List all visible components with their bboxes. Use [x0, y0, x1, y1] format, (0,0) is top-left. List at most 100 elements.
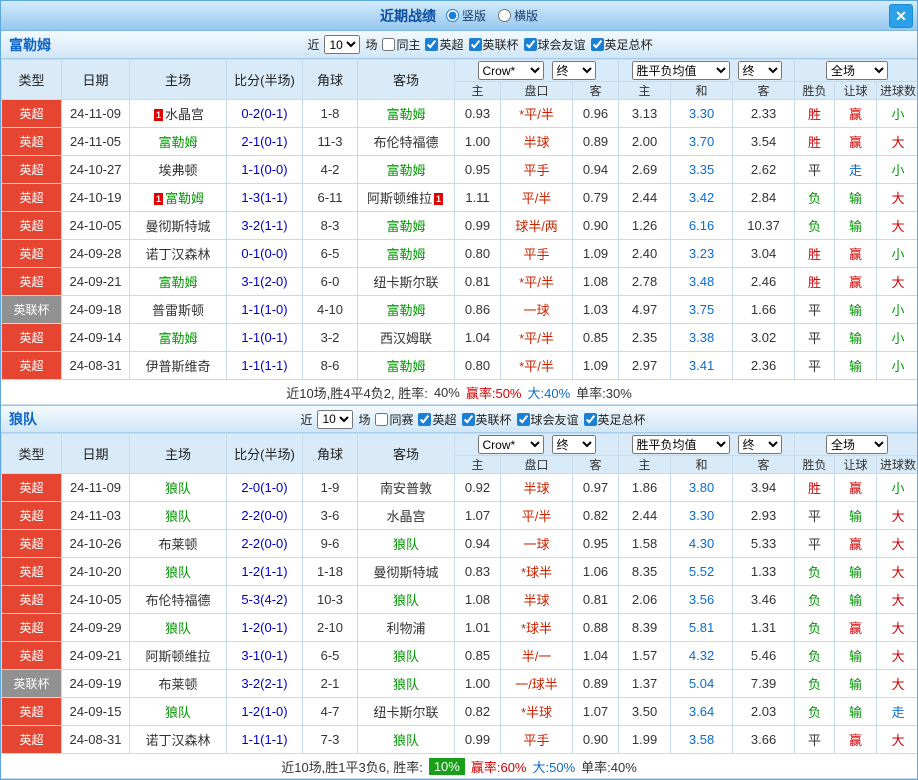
avg-home: 1.57	[618, 641, 672, 670]
avg-select[interactable]: 胜平负均值	[631, 435, 730, 454]
same-filter-checkbox[interactable]: 同赛	[375, 411, 413, 428]
close-button[interactable]: ✕	[889, 4, 913, 28]
league-checkbox-input[interactable]	[523, 38, 537, 51]
view-mode-radio[interactable]	[445, 9, 459, 22]
league-checkbox-input[interactable]	[425, 38, 439, 51]
odds-away: 0.89	[571, 669, 620, 698]
handicap-result-cell: 输	[834, 641, 878, 670]
handicap-result-cell: 赢	[834, 99, 878, 128]
match-count-select[interactable]: 10	[317, 409, 354, 429]
match-score: 2-0(1-0)	[226, 473, 303, 502]
scope-select[interactable]: 全场	[826, 61, 889, 80]
league-type-badge: 英超	[1, 725, 62, 754]
handicap-result-cell: 输	[834, 295, 878, 324]
league-filter-checkbox[interactable]: 英足总杯	[590, 36, 653, 53]
match-row: 英超 24-11-09 狼队 2-0(1-0) 1-9 南安普敦 0.92 半球 0.97 1.8…	[1, 473, 917, 502]
avg-away: 3.02	[732, 323, 796, 352]
same-checkbox-input[interactable]	[375, 412, 389, 426]
league-filter-checkbox[interactable]: 球会友谊	[523, 36, 586, 53]
corner-count: 1-8	[302, 99, 358, 128]
home-team: 布伦特福德	[129, 585, 227, 614]
odds-away: 0.90	[571, 211, 620, 240]
result-cell: 平	[794, 155, 836, 184]
match-count-select[interactable]: 10	[324, 35, 361, 54]
odds-provider-select[interactable]: Crow*	[477, 61, 544, 80]
league-checkbox-input[interactable]	[516, 412, 530, 426]
same-filter-checkbox[interactable]: 同主	[382, 36, 420, 53]
handicap-line: *半球	[500, 697, 573, 726]
match-row: 英超 24-10-27 埃弗顿 1-1(0-0) 4-2 富勒姆 0.95 平手 0.94 2.6…	[1, 155, 917, 184]
odds-final-select[interactable]: 终	[551, 435, 596, 454]
games-label: 场	[358, 412, 371, 427]
view-mode-option[interactable]: 竖版	[445, 7, 486, 24]
match-score: 2-2(0-0)	[226, 501, 303, 530]
home-team: 埃弗顿	[129, 155, 227, 184]
column-header: 主场	[129, 433, 227, 474]
league-checkbox-input[interactable]	[461, 412, 475, 426]
avg-final-select[interactable]: 终	[737, 435, 782, 454]
league-type-badge: 英超	[1, 613, 62, 642]
odds-home: 0.81	[454, 267, 501, 296]
handicap-line: 半/一	[500, 641, 573, 670]
league-filter-checkbox[interactable]: 英超	[425, 36, 464, 53]
odds-final-select[interactable]: 终	[551, 61, 596, 80]
home-team: 布莱顿	[129, 529, 227, 558]
match-date: 24-10-26	[61, 529, 130, 558]
match-date: 24-09-14	[61, 323, 130, 352]
league-filter-checkbox[interactable]: 英联杯	[468, 36, 519, 53]
away-team: 狼队	[357, 669, 455, 698]
team-label: 利物浦	[386, 621, 426, 636]
league-checkbox-input[interactable]	[583, 412, 597, 426]
handicap-line: 平/半	[500, 501, 573, 530]
match-score: 3-2(2-1)	[226, 669, 303, 698]
match-row: 英超 24-10-05 曼彻斯特城 3-2(1-1) 8-3 富勒姆 0.99 球半/两 0.9…	[1, 211, 917, 240]
team-label: 富勒姆	[386, 359, 426, 374]
team-label: 普雷斯顿	[151, 303, 204, 318]
sub-header: 主	[454, 455, 501, 474]
league-filter-label: 球会友谊	[537, 38, 586, 52]
sub-header: 主	[454, 81, 501, 100]
league-filter-checkbox[interactable]: 英足总杯	[583, 411, 646, 428]
odds-home: 0.80	[454, 351, 501, 380]
match-date: 24-09-15	[61, 697, 130, 726]
same-checkbox-input[interactable]	[382, 38, 396, 51]
match-row: 英联杯 24-09-19 布莱顿 3-2(2-1) 2-1 狼队 1.00 一/球半 0.89 1…	[1, 669, 917, 698]
odds-home: 0.83	[454, 557, 501, 586]
avg-select[interactable]: 胜平负均值	[631, 61, 730, 80]
team-label: 埃弗顿	[158, 163, 198, 178]
league-filter-checkbox[interactable]: 英超	[418, 411, 457, 428]
corner-count: 1-18	[302, 557, 358, 586]
sub-header: 让球	[834, 81, 878, 100]
away-team: 富勒姆	[357, 155, 455, 184]
corner-count: 8-6	[302, 351, 358, 380]
league-type-badge: 英超	[1, 501, 62, 530]
team-label: 诺丁汉森林	[145, 733, 211, 748]
sections-container: 富勒姆近 10 场同主 英超 英联杯 球会友谊 英足总杯 类型 日期 主场 比分(半场) 角球 客场 Cr…	[1, 31, 917, 779]
league-filter-checkbox[interactable]: 球会友谊	[516, 411, 579, 428]
handicap-line: *平/半	[500, 323, 573, 352]
avg-away: 3.46	[732, 585, 796, 614]
league-checkbox-input[interactable]	[468, 38, 482, 51]
odds-home: 1.07	[454, 501, 501, 530]
handicap-result-cell: 赢	[834, 239, 878, 268]
odds-away: 0.97	[571, 473, 620, 502]
scope-select[interactable]: 全场	[826, 435, 889, 454]
view-mode-radio[interactable]	[498, 9, 511, 22]
avg-final-select[interactable]: 终	[737, 61, 782, 80]
view-mode-option[interactable]: 横版	[498, 7, 538, 24]
league-filter-checkbox[interactable]: 英联杯	[461, 411, 512, 428]
team-label: 狼队	[392, 649, 419, 664]
avg-home: 1.37	[618, 669, 672, 698]
odds-away: 0.94	[571, 155, 620, 184]
sub-header: 客	[732, 81, 796, 100]
result-cell: 胜	[794, 267, 836, 296]
result-cell: 平	[794, 351, 836, 380]
league-checkbox-input[interactable]	[418, 412, 432, 426]
handicap-result-cell: 赢	[834, 127, 878, 156]
league-checkbox-input[interactable]	[590, 38, 604, 51]
handicap-line: 一/球半	[500, 669, 573, 698]
odds-provider-select[interactable]: Crow*	[477, 435, 544, 454]
match-score: 1-1(1-1)	[226, 351, 303, 380]
match-row: 英联杯 24-09-18 普雷斯顿 1-1(1-0) 4-10 富勒姆 0.86 一球 1.03…	[1, 295, 917, 324]
odds-away: 1.04	[571, 641, 620, 670]
